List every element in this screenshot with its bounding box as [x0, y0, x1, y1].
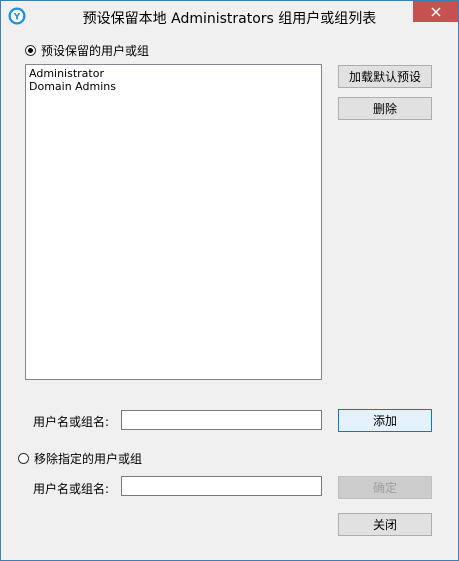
add-button[interactable]: 添加: [338, 409, 432, 432]
dialog-window: Y 预设保留本地 Administrators 组用户或组列表 预设保留的用户或…: [0, 0, 459, 561]
title-bar: Y 预设保留本地 Administrators 组用户或组列表: [1, 1, 458, 31]
close-window-button[interactable]: [413, 1, 458, 22]
remove-radio[interactable]: [18, 453, 29, 464]
load-default-button[interactable]: 加载默认预设: [338, 65, 432, 88]
add-field-label: 用户名或组名:: [33, 415, 110, 429]
remove-user-input[interactable]: [121, 476, 322, 496]
delete-button[interactable]: 删除: [338, 97, 432, 120]
close-button[interactable]: 关闭: [338, 513, 432, 536]
window-title: 预设保留本地 Administrators 组用户或组列表: [82, 11, 377, 27]
remove-option-label: 移除指定的用户或组: [34, 452, 143, 466]
add-user-input[interactable]: [121, 410, 322, 430]
reserved-users-listbox[interactable]: Administrator Domain Admins: [25, 64, 322, 380]
confirm-button[interactable]: 确定: [338, 476, 432, 499]
reserve-option-label: 预设保留的用户或组: [41, 44, 150, 58]
list-item[interactable]: Domain Admins: [29, 80, 318, 93]
reserve-radio[interactable]: [25, 45, 36, 56]
close-icon: [430, 6, 441, 17]
reserve-option[interactable]: 预设保留的用户或组: [25, 42, 149, 59]
remove-field-label: 用户名或组名:: [33, 482, 110, 496]
list-item[interactable]: Administrator: [29, 67, 318, 80]
remove-option[interactable]: 移除指定的用户或组: [18, 450, 142, 467]
